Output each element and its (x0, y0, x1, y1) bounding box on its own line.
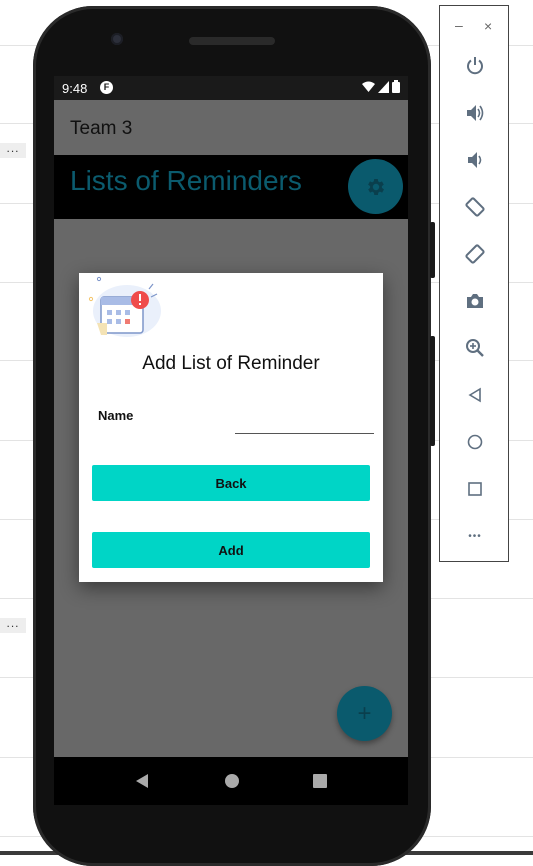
emulator-toolbar: – × ••• (439, 5, 509, 562)
camera-icon (467, 294, 483, 308)
add-button[interactable]: Add (92, 532, 370, 568)
overview-icon (468, 482, 482, 496)
zoom-button[interactable] (463, 336, 487, 360)
system-icons (362, 80, 400, 93)
status-bar: 9:48 F (54, 76, 408, 100)
list-header: Lists of Reminders (54, 155, 408, 219)
back-icon (468, 387, 481, 403)
volume-up-button[interactable] (463, 101, 487, 125)
rotate-left-icon (465, 197, 485, 217)
back-tool-button[interactable] (463, 383, 487, 407)
calendar-reminder-illustration (88, 276, 161, 337)
add-list-dialog: Add List of Reminder Name Back Add (79, 273, 383, 582)
wifi-icon (362, 81, 375, 92)
more-options-button[interactable]: ... (0, 617, 26, 633)
close-button[interactable]: × (484, 18, 492, 34)
earpiece-speaker (189, 37, 275, 45)
app-bar: Team 3 (54, 100, 408, 155)
home-icon (467, 434, 483, 450)
rotate-right-icon (465, 244, 485, 264)
page-title: Lists of Reminders (70, 165, 302, 196)
zoom-in-icon (466, 339, 484, 357)
status-time: 9:48 (62, 81, 88, 96)
dialog-title: Add List of Reminder (142, 353, 320, 374)
name-label: Name (98, 408, 134, 423)
power-side-button (430, 336, 435, 446)
android-nav-bar (54, 757, 408, 805)
battery-icon (392, 80, 400, 93)
more-icon[interactable]: ••• (463, 524, 487, 548)
rotate-right-button[interactable] (463, 242, 487, 266)
power-button[interactable] (463, 54, 487, 78)
home-tool-button[interactable] (463, 430, 487, 454)
overview-tool-button[interactable] (463, 477, 487, 501)
gear-icon (367, 178, 384, 195)
rotate-left-button[interactable] (463, 195, 487, 219)
back-button[interactable]: Back (92, 465, 370, 501)
power-icon (467, 57, 483, 75)
notification-app-icon: F (100, 81, 113, 94)
settings-button[interactable] (348, 159, 403, 214)
name-input[interactable] (235, 411, 374, 434)
volume-down-icon (468, 152, 482, 168)
nav-home-icon[interactable] (224, 773, 240, 789)
signal-icon (378, 80, 389, 93)
volume-up-icon (467, 105, 484, 121)
app-title: Team 3 (70, 118, 133, 139)
add-list-fab[interactable]: + (337, 686, 392, 741)
front-camera (111, 33, 123, 45)
volume-down-button[interactable] (463, 148, 487, 172)
minimize-button[interactable]: – (455, 17, 463, 33)
plus-icon: + (357, 699, 372, 727)
volume-side-button (430, 222, 435, 278)
nav-back-icon[interactable] (134, 773, 150, 789)
more-options-button[interactable]: ... (0, 142, 26, 158)
nav-overview-icon[interactable] (312, 773, 328, 789)
screenshot-button[interactable] (463, 289, 487, 313)
